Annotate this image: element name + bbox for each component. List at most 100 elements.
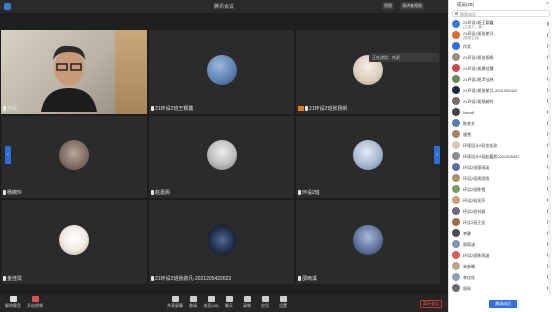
list-item[interactable]: Nuzoll [449,107,553,118]
member-name: 21环设2班杨婉玲 [463,99,494,104]
participant-video [41,45,97,112]
list-item[interactable]: 21环设2班张航凡 (联席主持) [449,30,553,41]
video-button[interactable]: 开启视频 [24,296,46,311]
list-item[interactable]: 环境设计2班金佳玟 [449,140,553,151]
video-tile[interactable]: 金佳玟 [0,199,148,285]
list-item[interactable]: 环设2班吴莎 [449,195,553,206]
members-panel: 成员(28) × 搜索成员 21环设2班王颖鑫 (主持人、我) 21环设2班张航凡(… [448,0,553,312]
list-item[interactable]: 邵雨 [449,283,553,294]
record-icon [243,296,251,302]
list-item[interactable]: 李佳欣 [449,272,553,283]
mic-icon [151,276,154,281]
list-item[interactable]: 21环设2班张扬帆 [449,52,553,63]
tile-name: 21环设2班张航凡-2021205422623 [151,275,231,282]
list-item[interactable]: 21环设2班杨婉玲 [449,96,553,107]
mic-icon [305,106,308,111]
avatar [206,55,237,85]
search-input[interactable]: 搜索成员 [452,10,550,17]
list-item[interactable]: 环设2班周思雨 [449,173,553,184]
video-tile[interactable]: 21环设2班王颖鑫 [148,29,295,115]
tile-name: 环设2班 [298,189,320,196]
avatar [452,130,460,138]
avatar [452,251,460,259]
avatar [452,152,460,160]
mute-button[interactable]: 解除静音 [2,296,24,311]
tile-name: 21环设2班张扬帆 [298,105,347,112]
title-bar: 腾讯会议 视图 演讲者视图 [0,0,448,13]
leave-meeting-button[interactable]: 离开会议 [420,300,442,308]
avatar [452,163,460,171]
member-name: 环境设计2班金佳玟 [463,143,498,148]
list-item[interactable]: 环设2班刘宸 [449,206,553,217]
member-name: 环设2班陈雪 [463,187,486,192]
avatar [452,262,460,270]
avatar [206,225,237,255]
close-icon[interactable]: × [546,1,549,7]
member-name: 唐雪 [463,132,471,137]
apps-icon [261,296,269,302]
tile-name: 作武 [3,105,17,112]
tile-name: 金佳玟 [3,275,22,282]
avatar [452,75,460,83]
tile-name: 邵雨溪 [298,275,317,282]
list-item[interactable]: 环设2班邵雨溪 [449,162,553,173]
list-item[interactable]: 21环设2班张航凡-2021205422 [449,85,553,96]
avatar [452,240,460,248]
list-item[interactable]: 环设2班陈雪 [449,184,553,195]
member-name: 李静 [463,231,471,236]
mic-icon [3,106,6,111]
member-name: 环设2班周思雨 [463,176,490,181]
tile-name: 赵嘉熙 [151,189,170,196]
video-tile[interactable]: 邵雨溪 [295,199,441,285]
avatar [452,31,460,39]
video-tile[interactable]: 赵嘉熙 [148,115,295,199]
member-name: 陈彦文 [463,121,475,126]
avatar [59,225,89,255]
share-screen-icon [171,296,179,302]
video-tile[interactable]: 作武 [0,29,148,115]
video-tile[interactable]: 21环设2班张扬帆 [295,29,441,115]
list-item[interactable]: 作武 [449,41,553,52]
panel-header: 成员(28) × [457,1,549,7]
avatar [452,174,460,182]
speaking-indicator: 正在讲话：作武 [369,53,439,62]
settings-button[interactable]: 设置 [272,296,294,311]
background-shelf [115,30,147,114]
video-tile[interactable]: 环设2班 [295,115,441,199]
list-item[interactable]: 21环设2班尹佳林 [449,74,553,85]
avatar [206,140,237,170]
member-name: 邵雨 [463,286,471,291]
list-item[interactable]: 陈彦文 [449,118,553,129]
avatar [353,140,383,170]
list-item[interactable]: 李静 [449,228,553,239]
chat-icon [225,296,233,302]
list-item[interactable]: 宋彦琳 [449,261,553,272]
invite-members-button[interactable]: 邀请成员 [489,300,517,308]
speaker-view-button[interactable]: 演讲者视图 [400,2,424,10]
list-item[interactable]: 环设2班王佳 [449,217,553,228]
avatar [452,218,460,226]
layout-button[interactable]: 视图 [382,2,394,10]
next-page-button[interactable]: › [434,146,440,164]
member-name: 21环设2班张扬帆 [463,55,494,60]
video-tile[interactable]: 杨婉玲 [0,115,148,199]
member-name: 环设2班邵雨溪 [463,165,490,170]
list-item[interactable]: 唐雪 [449,129,553,140]
list-item[interactable]: 环设2班陈雨涵 [449,250,553,261]
video-tile[interactable]: 21环设2班张航凡-2021205422623 [148,199,295,285]
avatar [452,273,460,281]
meeting-window: { "window": { "title": "腾讯会议" }, "topbar… [0,0,553,312]
prev-page-button[interactable]: ‹ [5,146,11,164]
list-item[interactable]: 环境设计2班赵嘉熙2021205422 [449,151,553,162]
scrollbar[interactable] [548,25,551,295]
invite-icon [189,296,197,302]
avatar [452,207,460,215]
list-item[interactable]: 21环设2班王颖鑫 (主持人、我) [449,19,553,30]
list-item[interactable]: 21环设2班黄佳慧 [449,63,553,74]
list-item[interactable]: 邵雨涵 [449,239,553,250]
avatar [452,108,460,116]
video-grid: 作武 21环设2班王颖鑫 21环设2班张扬帆 杨婉玲 赵嘉熙 环设2班 金佳玟 [0,29,441,285]
mic-icon [298,276,301,281]
tile-name: 21环设2班王颖鑫 [151,105,193,112]
member-name: 作武 [463,44,471,49]
